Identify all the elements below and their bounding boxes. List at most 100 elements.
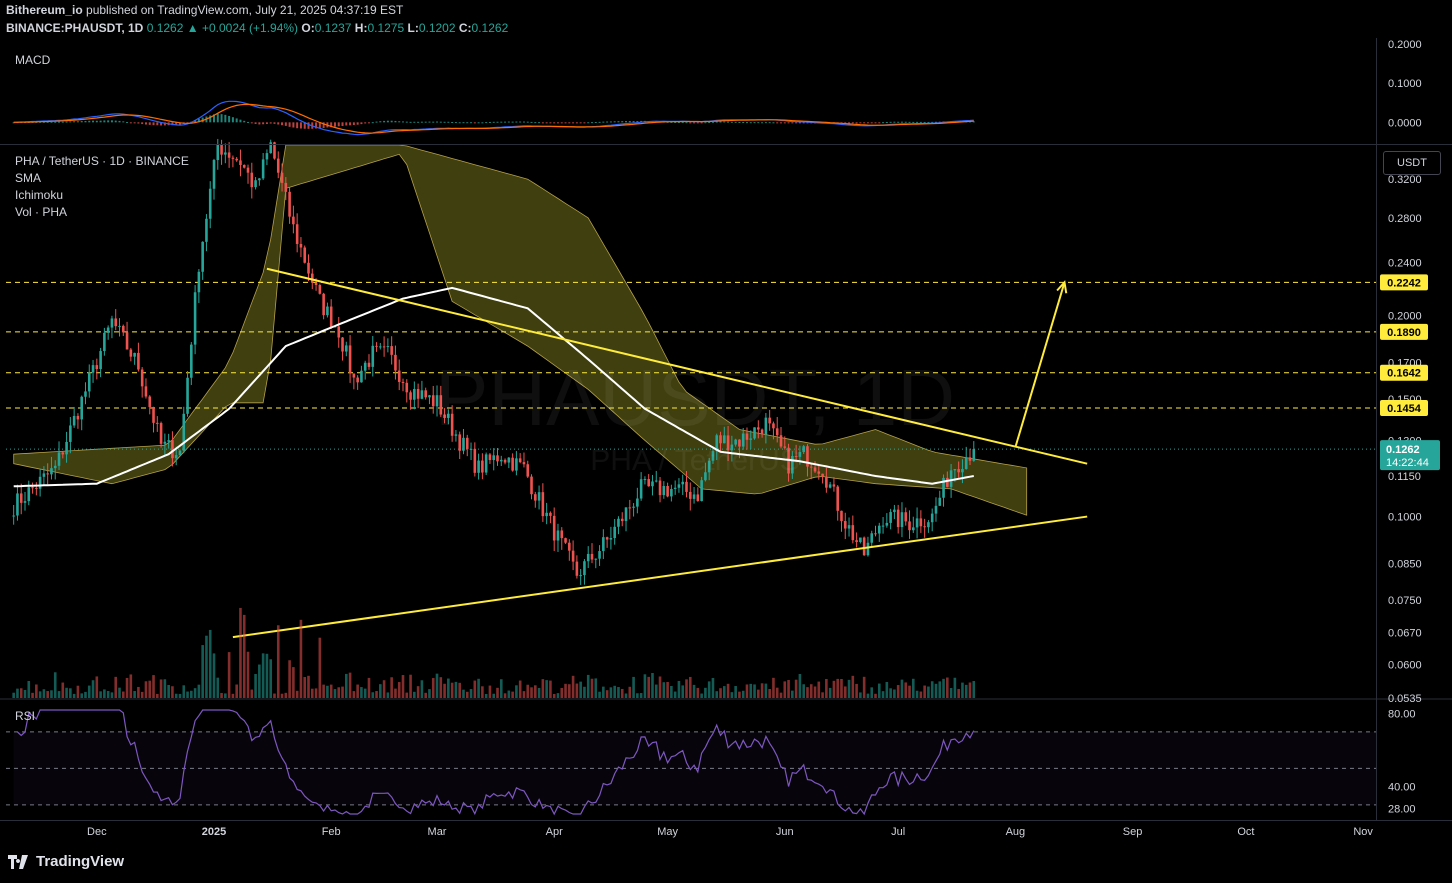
- volume-bar: [889, 688, 892, 698]
- indicator-sma[interactable]: SMA: [15, 171, 41, 185]
- indicator-ichimoku[interactable]: Ichimoku: [15, 188, 63, 202]
- macd-histogram-bar: [54, 121, 57, 123]
- volume-bar: [69, 688, 72, 698]
- volume-bar: [496, 687, 499, 698]
- macd-histogram-bar: [402, 121, 404, 123]
- candle-body: [934, 505, 938, 514]
- macd-histogram-bar: [609, 121, 612, 123]
- candle-body: [428, 395, 431, 398]
- candle-body: [208, 188, 212, 219]
- macd-histogram-bar: [69, 121, 72, 123]
- candle-body: [265, 153, 269, 160]
- macd-histogram-bar: [144, 122, 147, 125]
- candle-body: [356, 377, 359, 383]
- level-tag-text-3: 0.1454: [1387, 403, 1422, 415]
- rsi-tick-1: 40.00: [1388, 782, 1416, 794]
- candle-body: [904, 512, 908, 522]
- macd-histogram-bar: [553, 122, 556, 124]
- volume-bar: [549, 680, 552, 698]
- watermark-symbol: PHAUSDT, 1D: [435, 353, 955, 442]
- macd-histogram-bar: [572, 122, 575, 124]
- candle-body: [322, 293, 325, 316]
- volume-bar: [964, 684, 968, 698]
- tradingview-branding[interactable]: TradingView: [8, 853, 124, 870]
- macd-histogram-bar: [507, 121, 510, 123]
- macd-histogram-bar: [390, 120, 393, 123]
- candle-body: [647, 479, 650, 487]
- volume-bar: [216, 677, 220, 698]
- macd-histogram-bar: [919, 121, 922, 123]
- macd-histogram-bar: [417, 121, 420, 123]
- macd-histogram-bar: [379, 121, 382, 123]
- candle-body: [137, 352, 140, 370]
- candle-body: [496, 455, 499, 462]
- volume-bar: [817, 681, 821, 698]
- time-tick-3: Mar: [428, 826, 447, 838]
- price-tick-1: 0.2800: [1388, 213, 1422, 225]
- high-value: 0.1275: [367, 21, 405, 35]
- macd-histogram-bar: [126, 122, 129, 124]
- candle-body: [227, 152, 231, 158]
- volume-bar: [688, 676, 692, 698]
- volume-bar: [677, 680, 681, 698]
- countdown-text: 14:22:44: [1386, 457, 1429, 469]
- ohlc-line: BINANCE:PHAUSDT, 1D 0.1262 ▲ +0.0024 (+1…: [6, 21, 508, 35]
- chart-canvas[interactable]: 0.32000.28000.24000.20000.17000.15000.13…: [0, 0, 1452, 883]
- volume-bar: [579, 681, 582, 698]
- currency-button[interactable]: USDT: [1383, 151, 1441, 175]
- volume-bar: [314, 688, 318, 698]
- volume-bar: [91, 680, 95, 698]
- candle-body: [617, 518, 620, 527]
- candle-body: [825, 477, 828, 488]
- candle-body: [345, 345, 348, 352]
- rsi-label[interactable]: RSI: [15, 709, 35, 723]
- volume-bar: [492, 693, 496, 698]
- candle-body: [923, 526, 926, 528]
- candle-body: [809, 466, 813, 468]
- volume-bar: [696, 687, 700, 698]
- tradingview-logo-icon: [8, 854, 28, 869]
- volume-bar: [825, 678, 828, 698]
- candle-body: [877, 525, 881, 534]
- volume-bar: [594, 678, 598, 698]
- macd-label[interactable]: MACD: [15, 53, 50, 67]
- candle-body: [851, 525, 855, 541]
- macd-histogram-bar: [530, 121, 533, 123]
- macd-histogram-bar: [594, 122, 597, 124]
- volume-bar: [938, 681, 942, 698]
- close-label: C:: [458, 21, 472, 35]
- macd-histogram-bar: [273, 122, 276, 124]
- candle-body: [65, 441, 68, 455]
- candle-body: [35, 487, 38, 489]
- candle-body: [530, 476, 533, 495]
- macd-histogram-bar: [262, 122, 265, 125]
- main-pane-title[interactable]: PHA / TetherUS · 1D · BINANCE: [15, 154, 189, 168]
- volume-bar: [927, 686, 930, 698]
- macd-histogram-bar: [579, 122, 582, 124]
- volume-bar: [326, 685, 329, 698]
- volume-bar: [881, 691, 885, 698]
- time-tick-5: May: [657, 826, 678, 838]
- candle-body: [27, 487, 31, 502]
- macd-histogram-bar: [745, 122, 748, 124]
- macd-tick-2: 0.0000: [1388, 117, 1422, 129]
- candle-body: [61, 452, 65, 455]
- volume-bar: [431, 678, 435, 698]
- candle-body: [828, 484, 832, 488]
- macd-histogram-bar: [704, 122, 707, 124]
- volume-bar: [65, 687, 68, 698]
- volume-bar: [859, 692, 862, 698]
- macd-histogram-bar: [258, 122, 261, 125]
- candle-body: [836, 486, 839, 511]
- candle-body: [382, 346, 386, 348]
- candle-body: [908, 521, 911, 531]
- candle-body: [677, 484, 681, 488]
- volume-bar: [628, 686, 632, 698]
- candle-body: [492, 455, 496, 461]
- macd-histogram-bar: [288, 122, 291, 127]
- volume-bar: [953, 677, 957, 698]
- indicator-volume[interactable]: Vol · PHA: [15, 205, 67, 219]
- volume-bar: [371, 692, 375, 698]
- volume-bar: [946, 677, 949, 698]
- candle-body: [541, 492, 545, 517]
